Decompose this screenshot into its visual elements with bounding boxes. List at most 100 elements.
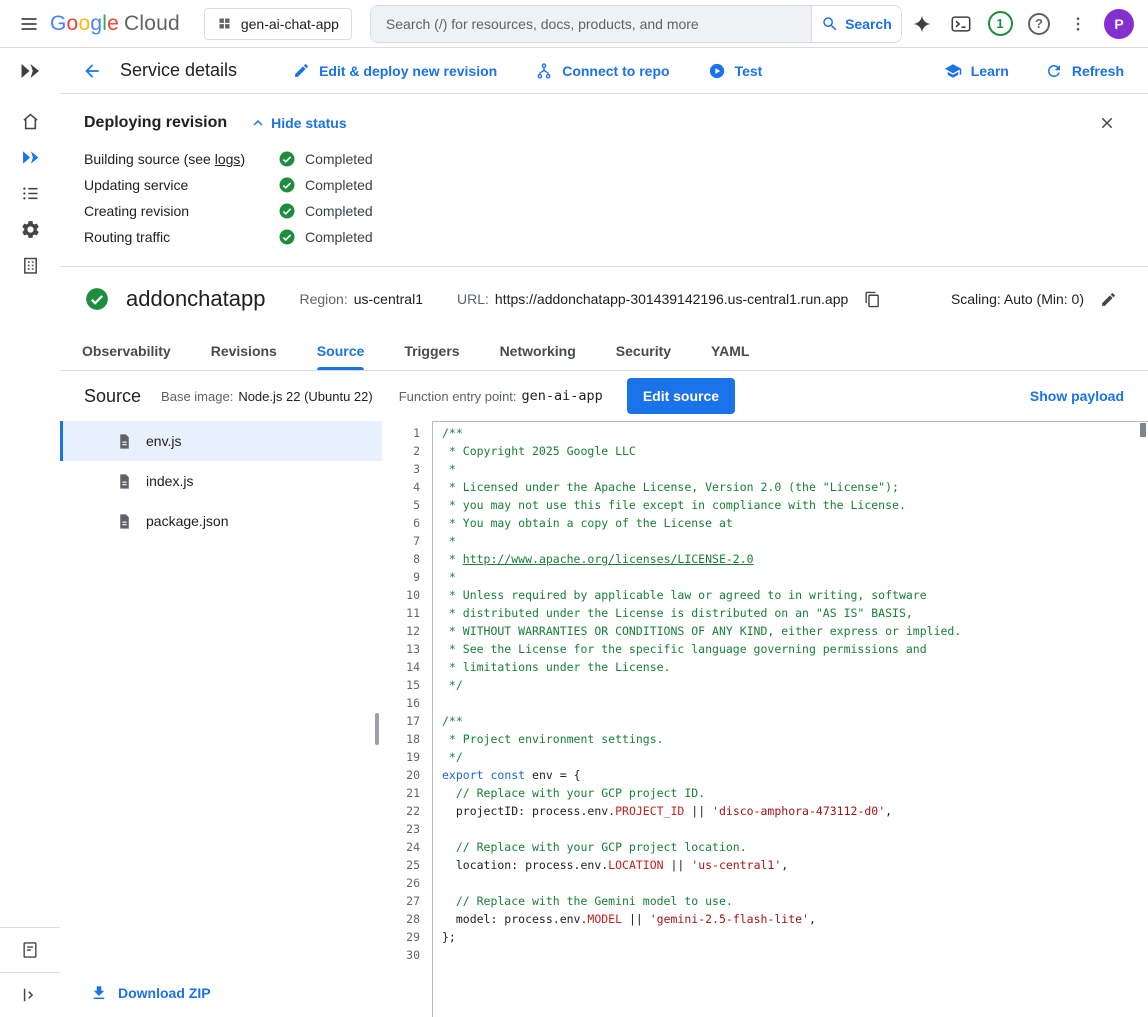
deploy-status-title: Deploying revision [84,114,227,132]
download-zip-button[interactable]: Download ZIP [60,984,382,1017]
menu-button[interactable] [12,7,46,41]
show-payload-link[interactable]: Show payload [1030,388,1124,404]
cloud-run-product-logo [0,48,60,94]
back-button[interactable] [74,53,110,89]
connect-repo-button[interactable]: Connect to repo [535,62,669,80]
release-notes-button[interactable] [6,928,54,972]
gemini-button[interactable] [905,7,939,41]
line-number: 3 [382,460,420,478]
help-button[interactable]: ? [1022,7,1056,41]
line-number: 5 [382,496,420,514]
project-icon [217,16,232,31]
code-line: // Replace with your GCP project ID. [442,784,1148,802]
code-line: * http://www.apache.org/licenses/LICENSE… [442,550,1148,568]
hide-status-label: Hide status [271,115,346,131]
project-name: gen-ai-chat-app [241,16,339,32]
expand-panel-button[interactable] [6,973,54,1017]
service-scaling: Scaling: Auto (Min: 0) [951,283,1124,315]
search-button[interactable]: Search [811,6,901,42]
code-line: export const env = { [442,766,1148,784]
sidebar-item-integrations[interactable] [6,211,54,247]
hide-status-button[interactable]: Hide status [249,114,346,132]
service-header: addonchatapp Region: us-central1 URL: ht… [60,267,1148,331]
region-value: us-central1 [354,291,423,307]
project-picker[interactable]: gen-ai-chat-app [204,8,352,40]
code-line: /** [442,712,1148,730]
code-line: */ [442,748,1148,766]
status-value: Completed [278,202,373,220]
file-item-package.json[interactable]: package.json [60,501,382,541]
code-line [442,946,1148,964]
search-button-label: Search [845,16,892,32]
notifications-button[interactable]: 1 [983,7,1017,41]
copy-icon [864,291,881,308]
source-header: Source Base image: Node.js 22 (Ubuntu 22… [60,371,1148,421]
line-number: 14 [382,658,420,676]
line-number: 20 [382,766,420,784]
release-notes-icon [20,940,40,960]
editor-scrollbar[interactable] [1140,423,1146,437]
line-number: 6 [382,514,420,532]
status-row: Creating revisionCompleted [84,198,1124,224]
entry-point-value: gen-ai-app [522,388,603,404]
main-column: Service details Edit & deploy new revisi… [60,48,1148,1017]
file-column: env.jsindex.jspackage.json Download ZIP [60,421,382,1017]
help-icon: ? [1028,13,1050,35]
line-number: 30 [382,946,420,964]
completed-check-icon [278,228,296,246]
line-number: 7 [382,532,420,550]
status-label: Creating revision [84,203,278,219]
sidebar-item-services[interactable] [6,175,54,211]
toolbar-actions: Edit & deploy new revision Connect to re… [293,62,762,80]
logs-link[interactable]: logs [215,151,241,167]
file-item-env.js[interactable]: env.js [60,421,382,461]
code-line: location: process.env.LOCATION || 'us-ce… [442,856,1148,874]
deploy-status-panel: Deploying revision Hide status Building … [60,94,1148,267]
service-status-icon [84,286,110,312]
file-icon [116,513,133,530]
tab-yaml[interactable]: YAML [711,331,749,370]
code-line: * Copyright 2025 Google LLC [442,442,1148,460]
tab-triggers[interactable]: Triggers [404,331,459,370]
editor-code[interactable]: /** * Copyright 2025 Google LLC * * Lice… [432,421,1148,1017]
editor-gutter: 1234567891011121314151617181920212223242… [382,421,432,1017]
tab-source[interactable]: Source [317,331,364,370]
more-vertical-icon [1069,15,1087,33]
sidebar-item-organization[interactable] [6,247,54,283]
code-line: * limitations under the License. [442,658,1148,676]
tab-security[interactable]: Security [616,331,671,370]
repo-fork-icon [535,62,553,80]
line-number: 28 [382,910,420,928]
pencil-icon [293,62,310,79]
file-list-scrollbar[interactable] [375,713,379,745]
close-status-button[interactable] [1090,106,1124,140]
status-row: Building source (see logs)Completed [84,146,1124,172]
completed-check-icon [278,202,296,220]
search-input[interactable] [371,6,811,42]
tab-observability[interactable]: Observability [82,331,171,370]
edit-deploy-button[interactable]: Edit & deploy new revision [293,62,497,79]
refresh-button[interactable]: Refresh [1045,62,1124,80]
sidebar-item-home[interactable] [6,103,54,139]
edit-scaling-button[interactable] [1092,283,1124,315]
file-item-index.js[interactable]: index.js [60,461,382,501]
code-line [442,874,1148,892]
cloud-shell-button[interactable] [944,7,978,41]
copy-url-button[interactable] [856,283,888,315]
more-button[interactable] [1061,7,1095,41]
test-label: Test [735,63,763,79]
code-line: * Project environment settings. [442,730,1148,748]
source-title: Source [84,386,141,407]
cloud-run-nav-icon [20,147,41,168]
edit-source-button[interactable]: Edit source [627,378,735,414]
building-icon [20,255,41,276]
learn-button[interactable]: Learn [944,62,1009,80]
tab-networking[interactable]: Networking [500,331,576,370]
tab-revisions[interactable]: Revisions [211,331,277,370]
download-icon [90,984,108,1002]
top-app-bar: Google Cloud gen-ai-chat-app Search 1 [0,0,1148,48]
account-avatar[interactable]: P [1104,9,1134,39]
code-editor[interactable]: 1234567891011121314151617181920212223242… [382,421,1148,1017]
test-button[interactable]: Test [708,62,763,80]
sidebar-item-cloud-run[interactable] [6,139,54,175]
